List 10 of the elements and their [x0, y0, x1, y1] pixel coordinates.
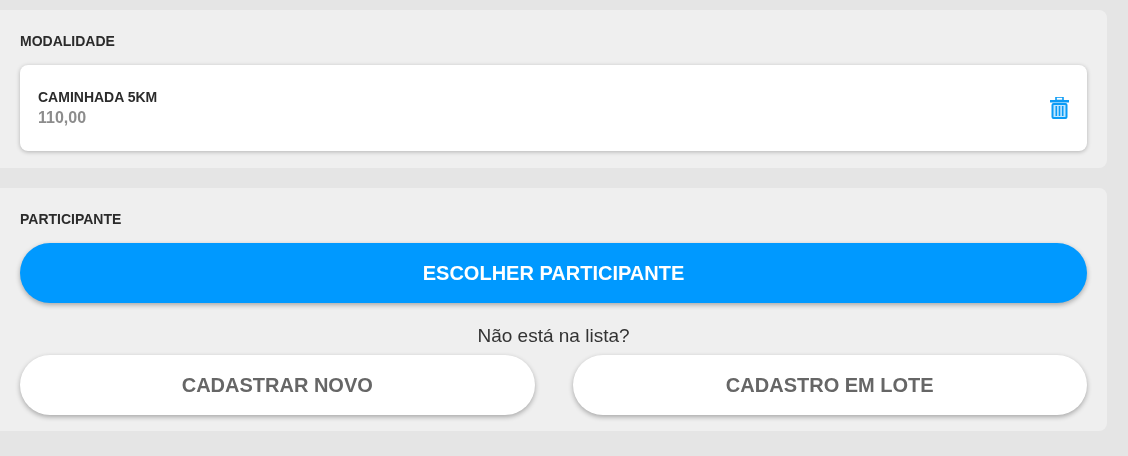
trash-icon: [1050, 97, 1069, 119]
section-heading: PARTICIPANTE: [20, 211, 122, 227]
modality-price: 110,00: [38, 109, 87, 127]
register-new-button[interactable]: CADASTRAR NOVO: [20, 355, 535, 415]
delete-button[interactable]: [1050, 97, 1069, 119]
section-heading: MODALIDADE: [20, 33, 115, 49]
modality-name: CAMINHADA 5KM: [38, 89, 158, 105]
choose-participant-button[interactable]: ESCOLHER PARTICIPANTE: [20, 243, 1087, 303]
not-listed-prompt: Não está na lista?: [477, 325, 630, 347]
batch-register-button[interactable]: CADASTRO EM LOTE: [572, 355, 1087, 415]
